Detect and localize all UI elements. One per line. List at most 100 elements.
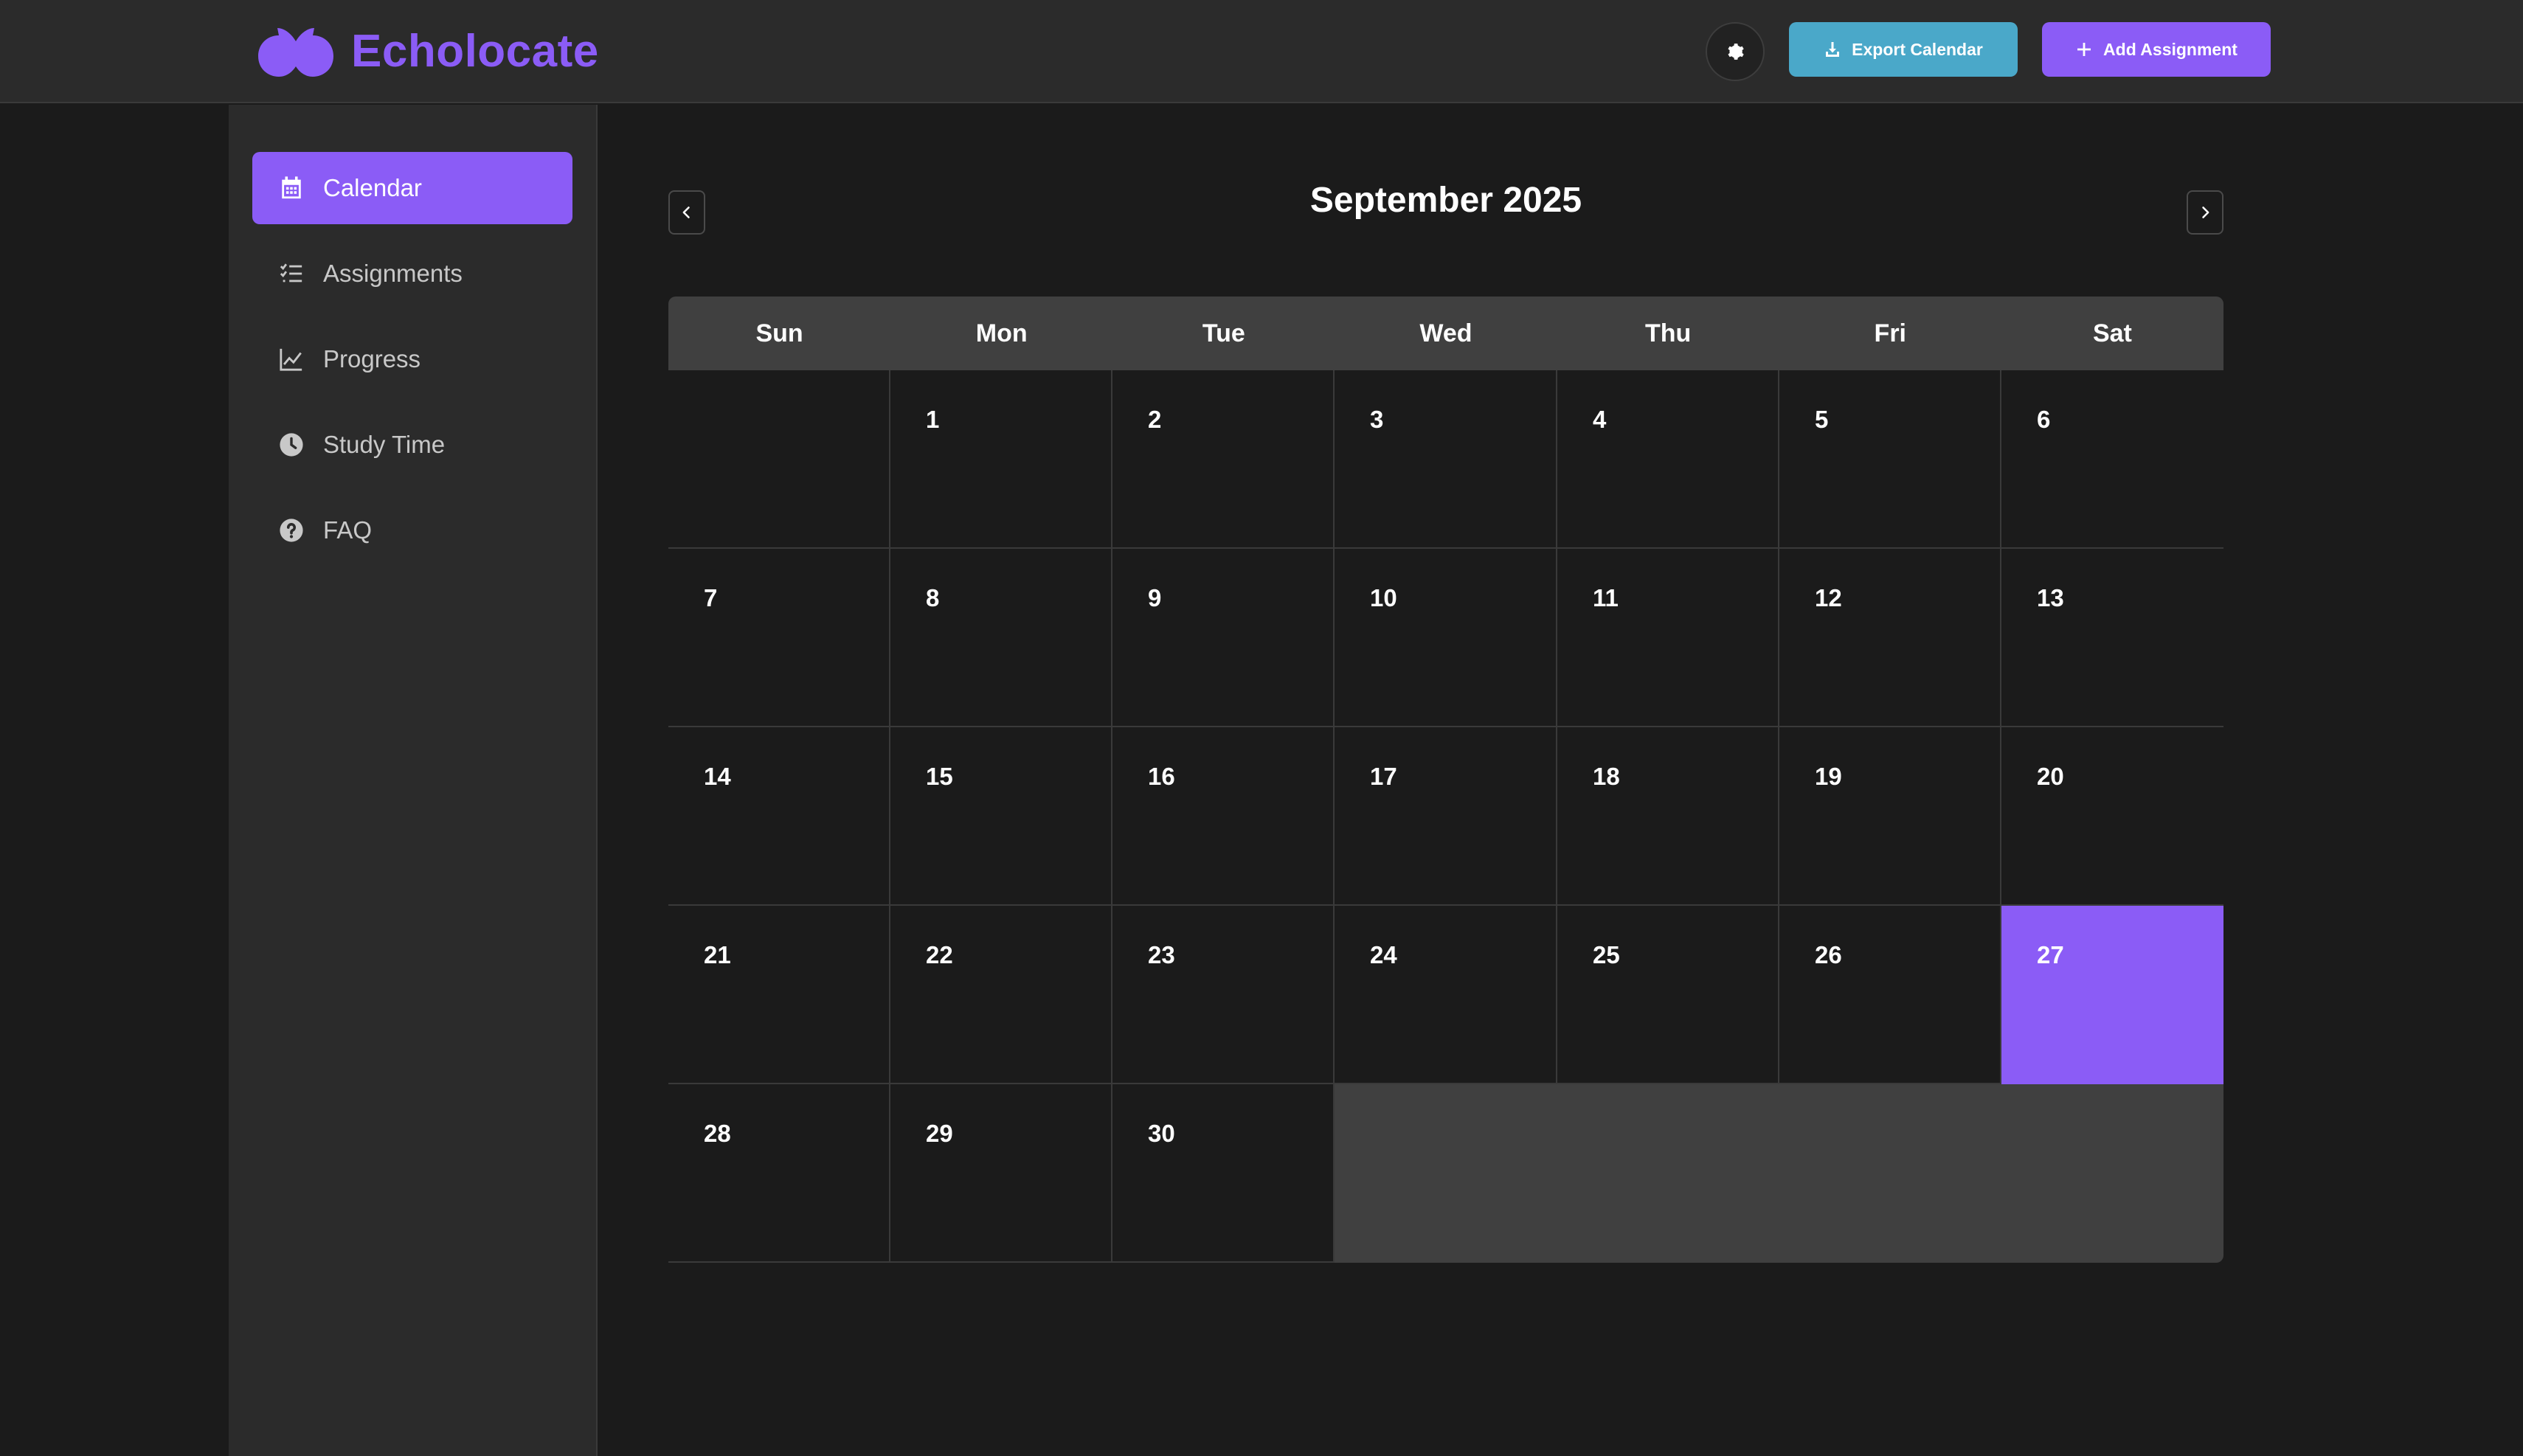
day-number: 7 bbox=[704, 584, 718, 611]
export-calendar-button[interactable]: Export Calendar bbox=[1789, 22, 2018, 77]
calendar-day-cell[interactable]: 13 bbox=[2001, 549, 2223, 727]
add-assignment-button[interactable]: Add Assignment bbox=[2042, 22, 2271, 77]
sidebar-item-label: Calendar bbox=[323, 174, 422, 201]
line-chart-icon bbox=[279, 347, 304, 372]
day-number: 28 bbox=[704, 1120, 731, 1147]
sidebar: Calendar Assignments Progress Study Time… bbox=[229, 105, 598, 1456]
day-number: 4 bbox=[1593, 406, 1607, 433]
weekday-header: Sun Mon Tue Wed Thu Fri Sat bbox=[668, 297, 2223, 370]
month-title: September 2025 bbox=[1309, 181, 1582, 220]
calendar-day-cell[interactable]: 30 bbox=[1112, 1084, 1335, 1263]
next-month-button[interactable] bbox=[2187, 190, 2223, 235]
day-number: 1 bbox=[926, 406, 940, 433]
gear-icon bbox=[1728, 44, 1744, 60]
day-number: 12 bbox=[1815, 584, 1842, 611]
weekday-label: Thu bbox=[1644, 319, 1692, 347]
calendar-day-cell[interactable]: 18 bbox=[1557, 727, 1779, 906]
calendar-day-cell[interactable]: 19 bbox=[1779, 727, 2001, 906]
calendar-day-cell[interactable]: 20 bbox=[2001, 727, 2223, 906]
calendar-day-cell[interactable]: 1 bbox=[890, 370, 1112, 549]
day-number: 24 bbox=[1370, 941, 1397, 968]
weekday-label: Mon bbox=[975, 319, 1028, 347]
add-assignment-label: Add Assignment bbox=[2103, 39, 2238, 59]
calendar-day-cell[interactable]: 16 bbox=[1112, 727, 1335, 906]
chevron-right-icon bbox=[2202, 207, 2209, 218]
calendar-day-cell[interactable]: 15 bbox=[890, 727, 1112, 906]
day-number: 9 bbox=[1148, 584, 1162, 611]
day-number: 11 bbox=[1593, 584, 1619, 611]
day-number: 13 bbox=[2037, 584, 2064, 611]
sidebar-item-calendar[interactable]: Calendar bbox=[252, 152, 572, 224]
question-icon bbox=[279, 518, 304, 543]
app-header: Echolocate Export Calendar Add Assignmen… bbox=[0, 0, 2523, 103]
sidebar-item-faq[interactable]: FAQ bbox=[252, 494, 572, 566]
calendar-day-cell[interactable]: 23 bbox=[1112, 906, 1335, 1084]
calendar-day-cell[interactable]: 2 bbox=[1112, 370, 1335, 549]
sidebar-item-label: Progress bbox=[323, 345, 421, 372]
calendar-day-cell[interactable]: 21 bbox=[668, 906, 890, 1084]
day-number: 15 bbox=[926, 763, 953, 790]
sidebar-item-assignments[interactable]: Assignments bbox=[252, 238, 572, 310]
calendar-day-cell[interactable]: 5 bbox=[1779, 370, 2001, 549]
day-number: 21 bbox=[704, 941, 731, 968]
calendar-day-cell[interactable]: 26 bbox=[1779, 906, 2001, 1084]
calendar-day-cell[interactable]: 25 bbox=[1557, 906, 1779, 1084]
brand[interactable]: Echolocate bbox=[257, 21, 599, 83]
day-number: 16 bbox=[1148, 763, 1175, 790]
day-number: 25 bbox=[1593, 941, 1620, 968]
checklist-icon bbox=[279, 261, 304, 286]
export-calendar-label: Export Calendar bbox=[1852, 39, 1983, 59]
calendar-day-cell[interactable]: 22 bbox=[890, 906, 1112, 1084]
calendar-day-cell[interactable]: 7 bbox=[668, 549, 890, 727]
bat-logo-icon bbox=[258, 28, 333, 77]
sidebar-item-progress[interactable]: Progress bbox=[252, 323, 572, 395]
calendar-day-cell[interactable]: 24 bbox=[1335, 906, 1557, 1084]
sidebar-item-label: FAQ bbox=[323, 516, 373, 544]
clock-icon bbox=[279, 432, 304, 457]
app-name: Echolocate bbox=[351, 26, 599, 77]
day-number: 18 bbox=[1593, 763, 1620, 790]
day-number: 2 bbox=[1148, 406, 1162, 433]
sidebar-item-study-time[interactable]: Study Time bbox=[252, 409, 572, 481]
day-number: 22 bbox=[926, 941, 953, 968]
calendar-day-cell[interactable]: 4 bbox=[1557, 370, 1779, 549]
calendar-icon bbox=[279, 176, 304, 201]
day-number: 10 bbox=[1370, 584, 1397, 611]
calendar-day-cell-today[interactable]: 27 bbox=[2001, 906, 2223, 1084]
weekday-label: Sat bbox=[2092, 319, 2132, 347]
calendar-day-cell[interactable]: 3 bbox=[1335, 370, 1557, 549]
day-number: 3 bbox=[1370, 406, 1384, 433]
day-number: 27 bbox=[2037, 941, 2064, 968]
day-number: 30 bbox=[1148, 1120, 1175, 1147]
calendar-day-cell[interactable]: 29 bbox=[890, 1084, 1112, 1263]
theme-toggle-button[interactable] bbox=[1706, 22, 1765, 81]
calendar-day-cell[interactable]: 28 bbox=[668, 1084, 890, 1263]
calendar-day-cell[interactable]: 17 bbox=[1335, 727, 1557, 906]
day-number: 26 bbox=[1815, 941, 1842, 968]
sidebar-item-label: Study Time bbox=[323, 431, 446, 458]
calendar-day-cell[interactable]: 12 bbox=[1779, 549, 2001, 727]
weekday-label: Wed bbox=[1419, 319, 1472, 347]
day-number: 14 bbox=[704, 763, 731, 790]
calendar-day-cell[interactable]: 8 bbox=[890, 549, 1112, 727]
calendar-day-cell[interactable]: 10 bbox=[1335, 549, 1557, 727]
day-number: 5 bbox=[1815, 406, 1829, 433]
calendar-day-cell[interactable]: 9 bbox=[1112, 549, 1335, 727]
calendar-day-cell[interactable]: 6 bbox=[2001, 370, 2223, 549]
download-icon bbox=[1826, 42, 1840, 57]
sidebar-item-label: Assignments bbox=[323, 260, 463, 287]
weekday-label: Fri bbox=[1874, 319, 1906, 347]
calendar-blank-cell bbox=[668, 370, 890, 549]
calendar-grid: 1 2 3 4 5 6 7 8 9 10 11 12 13 14 15 16 17 18 19 20 21 22 23 24 2… bbox=[668, 370, 2223, 1263]
calendar-day-cell[interactable]: 14 bbox=[668, 727, 890, 906]
day-number: 8 bbox=[926, 584, 940, 611]
weekday-label: Tue bbox=[1202, 319, 1245, 347]
day-number: 29 bbox=[926, 1120, 953, 1147]
day-number: 17 bbox=[1370, 763, 1397, 790]
weekday-label: Sun bbox=[755, 319, 803, 347]
plus-icon bbox=[2077, 43, 2091, 56]
day-number: 19 bbox=[1815, 763, 1842, 790]
calendar-empty-area bbox=[1335, 1084, 2223, 1263]
calendar-day-cell[interactable]: 11 bbox=[1557, 549, 1779, 727]
day-number: 20 bbox=[2037, 763, 2064, 790]
